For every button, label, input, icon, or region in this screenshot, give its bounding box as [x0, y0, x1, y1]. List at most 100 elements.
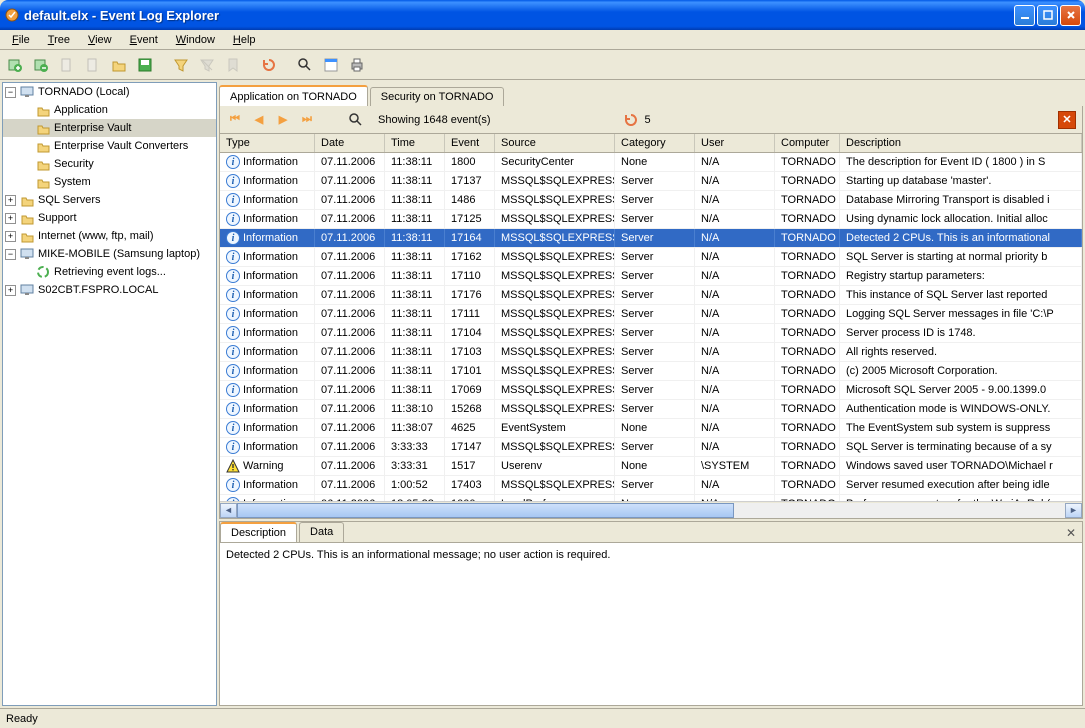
- table-row[interactable]: iInformation07.11.200611:38:111800Securi…: [220, 153, 1082, 172]
- cell-user: N/A: [695, 400, 775, 418]
- clear-filter-button[interactable]: [196, 54, 218, 76]
- maximize-button[interactable]: [1037, 5, 1058, 26]
- col-category[interactable]: Category: [615, 134, 695, 152]
- cell-computer: TORNADO: [775, 381, 840, 399]
- table-row[interactable]: iInformation07.11.200611:38:1117069MSSQL…: [220, 381, 1082, 400]
- col-time[interactable]: Time: [385, 134, 445, 152]
- detail-tab-description[interactable]: Description: [220, 522, 297, 542]
- nav-first-button[interactable]: ⏮: [226, 111, 244, 129]
- collapse-icon[interactable]: −: [5, 87, 16, 98]
- scroll-right-button[interactable]: ►: [1065, 503, 1082, 518]
- print-button[interactable]: [346, 54, 368, 76]
- tree-node-retrieving[interactable]: Retrieving event logs...: [3, 263, 216, 281]
- tree-label: Support: [38, 212, 77, 224]
- cell-desc: SQL Server is terminating because of a s…: [840, 438, 1082, 456]
- expand-icon[interactable]: +: [5, 195, 16, 206]
- detail-close-button[interactable]: ✕: [1064, 526, 1078, 540]
- tree-node-tornado[interactable]: − TORNADO (Local): [3, 83, 216, 101]
- open-log-button[interactable]: [82, 54, 104, 76]
- tree-node-system[interactable]: System: [3, 173, 216, 191]
- tree-node-internet[interactable]: +Internet (www, ftp, mail): [3, 227, 216, 245]
- table-row[interactable]: iInformation07.11.200611:38:1117125MSSQL…: [220, 210, 1082, 229]
- nav-last-button[interactable]: ⏭: [298, 111, 316, 129]
- tree-label: Retrieving event logs...: [54, 266, 166, 278]
- menu-tree[interactable]: Tree: [40, 32, 78, 48]
- tree-node-ev-converters[interactable]: Enterprise Vault Converters: [3, 137, 216, 155]
- detail-tab-data[interactable]: Data: [299, 522, 344, 542]
- tab-security[interactable]: Security on TORNADO: [370, 87, 505, 106]
- cell-type: Information: [243, 346, 298, 358]
- tree-panel[interactable]: − TORNADO (Local) Application Enterprise…: [2, 82, 217, 706]
- table-row[interactable]: iInformation07.11.200611:38:1117110MSSQL…: [220, 267, 1082, 286]
- auto-refresh-icon[interactable]: [623, 112, 639, 128]
- menu-file[interactable]: File: [4, 32, 38, 48]
- new-log-button[interactable]: [56, 54, 78, 76]
- tree-node-support[interactable]: + Support: [3, 209, 216, 227]
- menu-window[interactable]: Window: [168, 32, 223, 48]
- open-folder-button[interactable]: [108, 54, 130, 76]
- col-desc[interactable]: Description: [840, 134, 1082, 152]
- table-row[interactable]: iInformation07.11.20063:33:3317147MSSQL$…: [220, 438, 1082, 457]
- table-row[interactable]: iInformation07.11.200611:38:1015268MSSQL…: [220, 400, 1082, 419]
- col-event[interactable]: Event: [445, 134, 495, 152]
- cell-desc: Windows saved user TORNADO\Michael r: [840, 457, 1082, 475]
- properties-button[interactable]: [320, 54, 342, 76]
- table-row[interactable]: iInformation07.11.200611:38:1117137MSSQL…: [220, 172, 1082, 191]
- bookmark-button[interactable]: [222, 54, 244, 76]
- col-type[interactable]: Type: [220, 134, 315, 152]
- tree-node-sqlservers[interactable]: +SQL Servers: [3, 191, 216, 209]
- expand-icon[interactable]: +: [5, 285, 16, 296]
- cell-user: N/A: [695, 381, 775, 399]
- refresh-button[interactable]: [258, 54, 280, 76]
- scroll-left-button[interactable]: ◄: [220, 503, 237, 518]
- table-row[interactable]: iInformation07.11.200611:38:1117164MSSQL…: [220, 229, 1082, 248]
- cell-desc: Authentication mode is WINDOWS-ONLY.: [840, 400, 1082, 418]
- table-row[interactable]: Warning07.11.20063:33:311517UserenvNone\…: [220, 457, 1082, 476]
- col-user[interactable]: User: [695, 134, 775, 152]
- new-workspace-button[interactable]: [4, 54, 26, 76]
- table-body[interactable]: iInformation07.11.200611:38:111800Securi…: [220, 153, 1082, 501]
- table-row[interactable]: iInformation07.11.20061:00:5217403MSSQL$…: [220, 476, 1082, 495]
- menu-view[interactable]: View: [80, 32, 120, 48]
- save-button[interactable]: [134, 54, 156, 76]
- menu-help[interactable]: Help: [225, 32, 264, 48]
- col-source[interactable]: Source: [495, 134, 615, 152]
- tree-node-application[interactable]: Application: [3, 101, 216, 119]
- minimize-button[interactable]: [1014, 5, 1035, 26]
- tree-node-s02cbt[interactable]: +S02CBT.FSPRO.LOCAL: [3, 281, 216, 299]
- find-button[interactable]: [294, 54, 316, 76]
- table-row[interactable]: iInformation07.11.200611:38:1117103MSSQL…: [220, 343, 1082, 362]
- table-row[interactable]: iInformation07.11.200611:38:074625EventS…: [220, 419, 1082, 438]
- table-row[interactable]: iInformation07.11.200611:38:1117176MSSQL…: [220, 286, 1082, 305]
- scroll-track[interactable]: [237, 503, 1065, 518]
- information-icon: i: [226, 307, 240, 321]
- cell-user: N/A: [695, 248, 775, 266]
- close-tab-button[interactable]: ✕: [1058, 111, 1076, 129]
- refresh-all-icon[interactable]: [348, 112, 364, 128]
- close-button[interactable]: [1060, 5, 1081, 26]
- expand-icon[interactable]: +: [5, 213, 16, 224]
- nav-next-button[interactable]: ▶: [274, 111, 292, 129]
- cell-computer: TORNADO: [775, 267, 840, 285]
- filter-button[interactable]: [170, 54, 192, 76]
- col-computer[interactable]: Computer: [775, 134, 840, 152]
- expand-icon[interactable]: +: [5, 231, 16, 242]
- col-date[interactable]: Date: [315, 134, 385, 152]
- table-row[interactable]: iInformation07.11.200611:38:111486MSSQL$…: [220, 191, 1082, 210]
- tab-application[interactable]: Application on TORNADO: [219, 85, 368, 106]
- table-row[interactable]: iInformation07.11.200611:38:1117104MSSQL…: [220, 324, 1082, 343]
- tree-label: Enterprise Vault Converters: [54, 140, 188, 152]
- tree-node-mikemobile[interactable]: −MIKE-MOBILE (Samsung laptop): [3, 245, 216, 263]
- tree-node-enterprise-vault[interactable]: Enterprise Vault: [3, 119, 216, 137]
- menu-event[interactable]: Event: [122, 32, 166, 48]
- open-workspace-button[interactable]: [30, 54, 52, 76]
- table-row[interactable]: iInformation07.11.200611:38:1117162MSSQL…: [220, 248, 1082, 267]
- table-row[interactable]: iInformation07.11.200611:38:1117111MSSQL…: [220, 305, 1082, 324]
- scroll-thumb[interactable]: [237, 503, 734, 518]
- table-row[interactable]: iInformation07.11.200611:38:1117101MSSQL…: [220, 362, 1082, 381]
- cell-computer: TORNADO: [775, 362, 840, 380]
- nav-prev-button[interactable]: ◀: [250, 111, 268, 129]
- horizontal-scrollbar[interactable]: ◄ ►: [220, 501, 1082, 518]
- tree-node-security[interactable]: Security: [3, 155, 216, 173]
- collapse-icon[interactable]: −: [5, 249, 16, 260]
